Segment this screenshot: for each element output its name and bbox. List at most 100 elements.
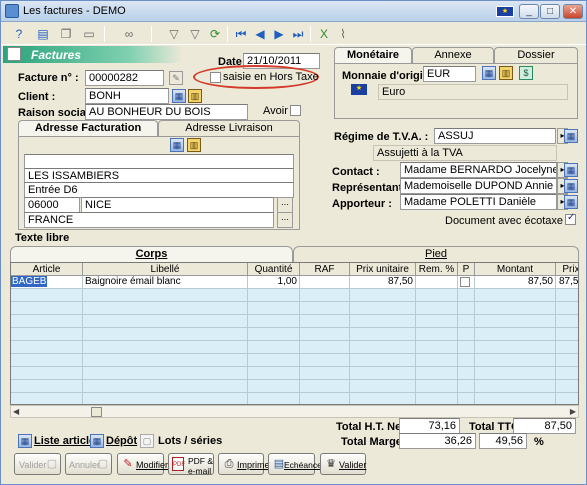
empty-cell[interactable] (458, 393, 475, 404)
cell-montant[interactable]: 87,50 (475, 276, 556, 289)
empty-cell[interactable] (11, 315, 83, 328)
empty-cell[interactable] (458, 380, 475, 393)
col-article[interactable]: Article (11, 263, 83, 276)
empty-cell[interactable] (475, 341, 556, 354)
empty-cell[interactable] (458, 328, 475, 341)
empty-cell[interactable] (83, 367, 248, 380)
empty-cell[interactable] (475, 289, 556, 302)
imprimer-button[interactable]: ⎙ Imprimer (218, 453, 273, 475)
empty-cell[interactable] (11, 328, 83, 341)
empty-cell[interactable] (83, 289, 248, 302)
client-list-icon[interactable]: ▦ (172, 89, 186, 103)
empty-cell[interactable] (556, 315, 578, 328)
col-prix[interactable]: Prix (556, 263, 578, 276)
empty-row[interactable] (11, 315, 578, 328)
empty-cell[interactable] (248, 380, 300, 393)
scroll-thumb[interactable] (91, 407, 102, 417)
refresh-icon[interactable]: ⟳ (207, 26, 223, 42)
empty-cell[interactable] (83, 393, 248, 404)
cell-quantite[interactable]: 1,00 (248, 276, 300, 289)
empty-cell[interactable] (300, 354, 350, 367)
tab-adresse-livraison[interactable]: Adresse Livraison (158, 120, 300, 136)
ecotaxe-checkbox[interactable] (565, 212, 576, 225)
hors-taxe-checkbox[interactable] (210, 72, 221, 83)
devise-code-field[interactable]: EUR (423, 66, 476, 82)
last-icon[interactable]: ⏭ (290, 26, 306, 42)
empty-cell[interactable] (300, 341, 350, 354)
valider-button[interactable]: ♛ Valider (320, 453, 366, 475)
empty-cell[interactable] (458, 289, 475, 302)
empty-cell[interactable] (248, 302, 300, 315)
empty-row[interactable] (11, 380, 578, 393)
cell-raf[interactable] (300, 276, 350, 289)
devise-book-icon[interactable]: ▥ (499, 66, 513, 80)
empty-cell[interactable] (83, 315, 248, 328)
empty-cell[interactable] (556, 302, 578, 315)
tab-adresse-facturation[interactable]: Adresse Facturation (18, 120, 158, 137)
representant-field[interactable]: Mademoiselle DUPOND Annie (400, 178, 557, 194)
cell-p-checkbox[interactable] (460, 277, 470, 287)
empty-cell[interactable] (350, 315, 416, 328)
empty-cell[interactable] (11, 341, 83, 354)
list-article-icon[interactable]: ▦ (18, 434, 32, 448)
col-raf[interactable]: RAF (300, 263, 350, 276)
cell-article[interactable]: BAGEB (11, 276, 83, 289)
col-libelle[interactable]: Libellé (83, 263, 248, 276)
empty-cell[interactable] (475, 328, 556, 341)
empty-cell[interactable] (350, 354, 416, 367)
devise-list-icon[interactable]: ▦ (482, 66, 496, 80)
empty-cell[interactable] (350, 341, 416, 354)
empty-cell[interactable] (248, 367, 300, 380)
empty-cell[interactable] (416, 380, 458, 393)
valider-disabled-button[interactable]: Valider ▢ (14, 453, 61, 475)
empty-row[interactable] (11, 289, 578, 302)
empty-cell[interactable] (458, 315, 475, 328)
empty-cell[interactable] (556, 289, 578, 302)
empty-cell[interactable] (350, 289, 416, 302)
empty-cell[interactable] (83, 302, 248, 315)
col-p[interactable]: P (458, 263, 475, 276)
empty-cell[interactable] (416, 328, 458, 341)
empty-cell[interactable] (458, 354, 475, 367)
empty-cell[interactable] (248, 341, 300, 354)
empty-cell[interactable] (416, 354, 458, 367)
empty-cell[interactable] (350, 367, 416, 380)
depot-icon[interactable]: ▦ (90, 434, 104, 448)
pdf-email-button[interactable]: PDF PDF & e-mail (168, 453, 214, 476)
empty-cell[interactable] (475, 393, 556, 404)
filter-icon[interactable]: ▽ (166, 26, 182, 42)
modifier-button[interactable]: ✎ Modifier (117, 453, 168, 475)
country-picker-icon[interactable]: ⋯ (277, 212, 293, 228)
cell-prix[interactable]: 87,50 (556, 276, 578, 289)
tab-annexe[interactable]: Annexe (412, 47, 494, 63)
empty-row[interactable] (11, 354, 578, 367)
empty-cell[interactable] (556, 341, 578, 354)
empty-cell[interactable] (83, 341, 248, 354)
filter-clear-icon[interactable]: ▽ (187, 26, 203, 42)
lots-icon[interactable]: ▢ (140, 434, 154, 448)
minimize-button[interactable]: _ (519, 4, 539, 19)
empty-cell[interactable] (416, 289, 458, 302)
table-row[interactable]: BAGEB Baignoire émail blanc 1,00 87,50 8… (11, 276, 578, 289)
annuler-disabled-button[interactable]: Annuler ▢ (65, 453, 112, 475)
empty-cell[interactable] (83, 380, 248, 393)
avoir-checkbox[interactable] (290, 105, 301, 116)
tab-dossier[interactable]: Dossier (494, 47, 578, 63)
depot-link[interactable]: Dépôt (106, 435, 137, 447)
raison-sociale-field[interactable]: AU BONHEUR DU BOIS (85, 104, 248, 120)
empty-cell[interactable] (300, 367, 350, 380)
apporteur-list-icon[interactable]: ▦ (564, 195, 578, 209)
client-field[interactable]: BONH (85, 88, 169, 104)
empty-cell[interactable] (350, 393, 416, 404)
cell-remise[interactable] (416, 276, 458, 289)
empty-cell[interactable] (458, 341, 475, 354)
currency-converter-icon[interactable]: $ (519, 66, 533, 80)
tva-code-field[interactable]: ASSUJ (434, 128, 556, 144)
empty-row[interactable] (11, 341, 578, 354)
col-montant[interactable]: Montant (475, 263, 556, 276)
empty-cell[interactable] (11, 380, 83, 393)
postal-code-field[interactable]: 06000 (24, 197, 80, 213)
empty-row[interactable] (11, 328, 578, 341)
edit-pencil-icon[interactable]: ✎ (169, 71, 183, 85)
horizontal-scrollbar[interactable]: ◀ ▶ (10, 405, 579, 418)
